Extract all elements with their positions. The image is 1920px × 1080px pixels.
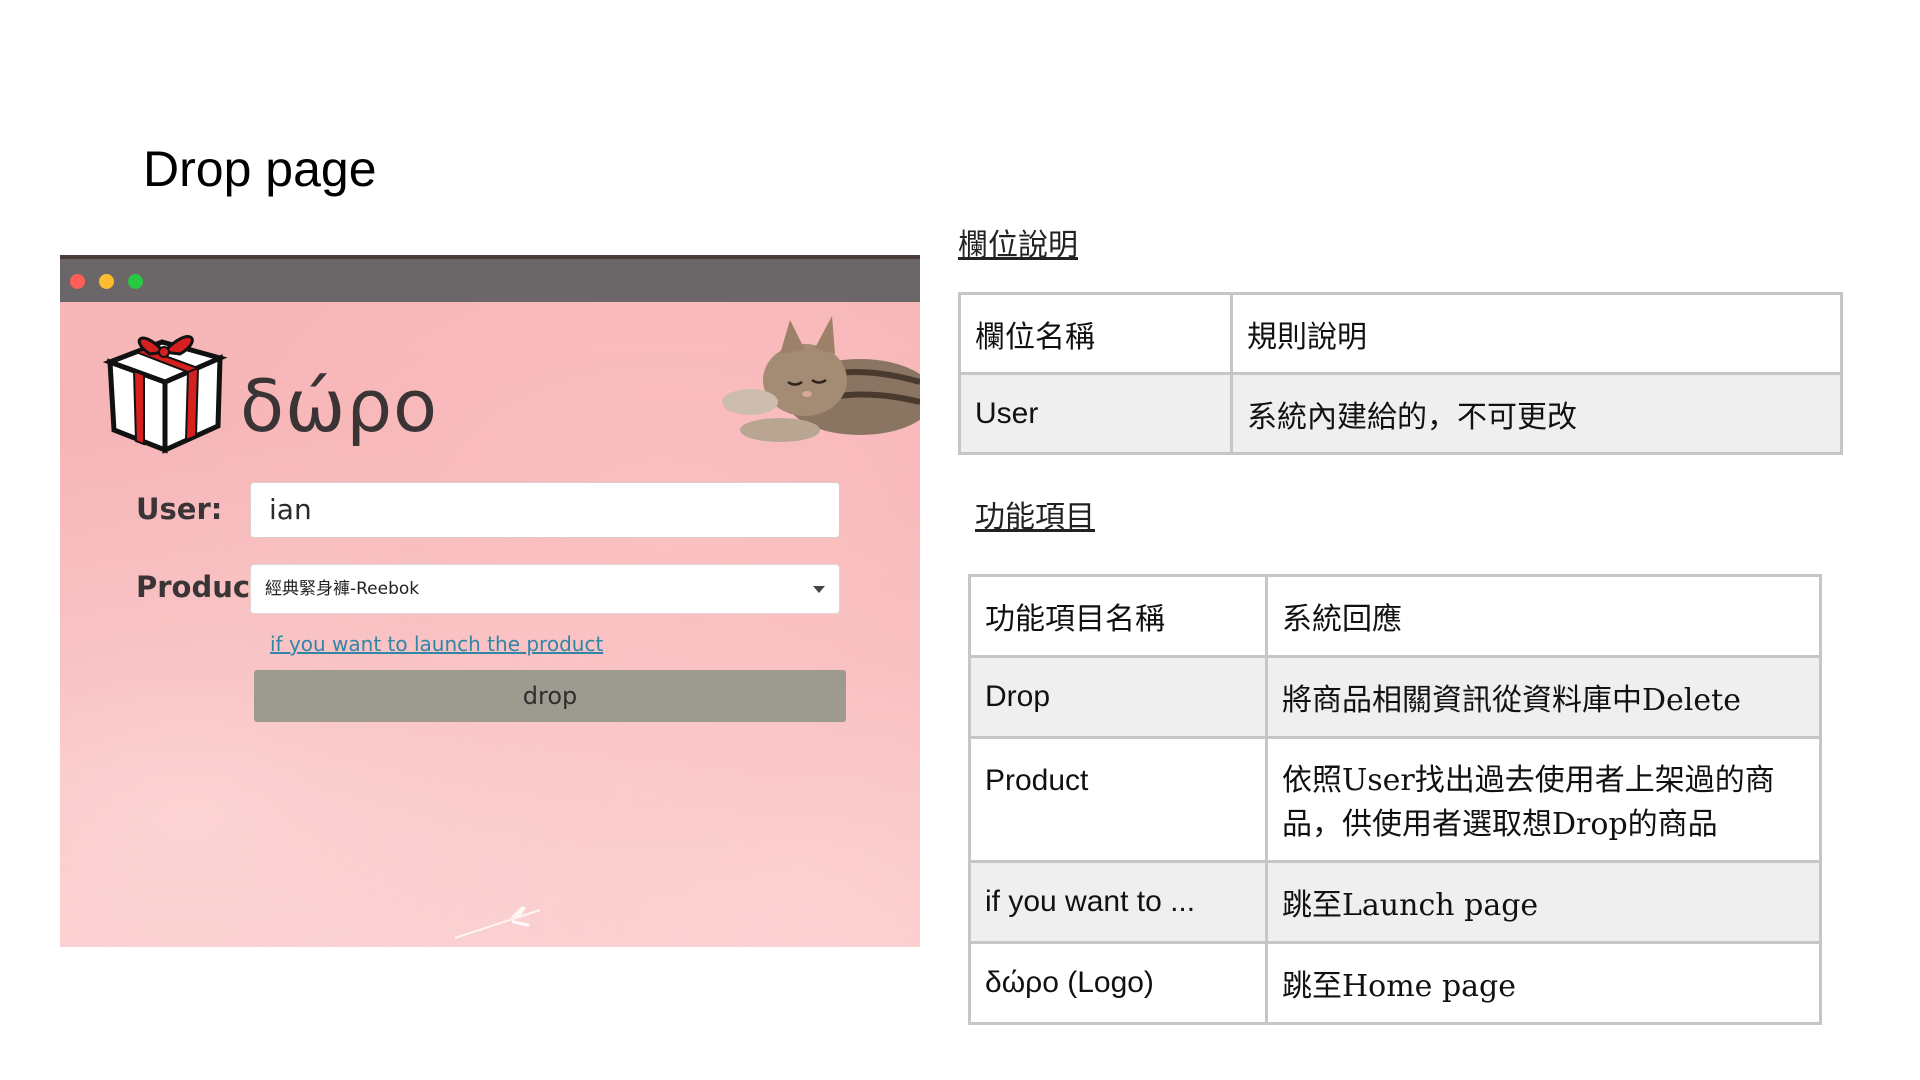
logo[interactable]: δώρο — [100, 322, 440, 457]
table-cell: Drop — [968, 655, 1268, 739]
table-cell: Product — [968, 736, 1268, 863]
table-row: if you want to ... 跳至Launch page — [968, 860, 1822, 944]
table-cell: 系統內建給的，不可更改 — [1230, 372, 1843, 455]
field-spec-table: 欄位名稱 規則說明 User 系統內建給的，不可更改 — [958, 292, 1843, 455]
user-field[interactable]: ian — [250, 482, 840, 538]
page-title: Drop page — [143, 141, 377, 197]
table-cell: δώρο (Logo) — [968, 941, 1268, 1025]
user-value: ian — [269, 493, 312, 526]
table-header-cell: 系統回應 — [1265, 574, 1822, 658]
app-window: δώρο User: ian Product: 經典緊身褲-Reebok if … — [60, 255, 920, 947]
table-cell: 依照User找出過去使用者上架過的商品，供使用者選取想Drop的商品 — [1265, 736, 1822, 863]
user-label: User: — [136, 492, 223, 526]
app-body: δώρο User: ian Product: 經典緊身褲-Reebok if … — [60, 302, 920, 947]
drop-button[interactable]: drop — [254, 670, 846, 722]
table-cell: User — [958, 372, 1233, 455]
table-row: δώρο (Logo) 跳至Home page — [968, 941, 1822, 1025]
function-spec-table: 功能項目名稱 系統回應 Drop 將商品相關資訊從資料庫中Delete Prod… — [968, 574, 1822, 1025]
maximize-window-button[interactable] — [128, 274, 143, 289]
gift-icon — [102, 335, 228, 454]
table-row: Drop 將商品相關資訊從資料庫中Delete — [968, 655, 1822, 739]
window-title-bar — [60, 255, 920, 302]
table-cell: if you want to ... — [968, 860, 1268, 944]
product-select[interactable]: 經典緊身褲-Reebok — [250, 564, 840, 614]
close-window-button[interactable] — [70, 274, 85, 289]
product-selected-value: 經典緊身褲-Reebok — [265, 579, 420, 599]
table-row: Product 依照User找出過去使用者上架過的商品，供使用者選取想Drop的… — [968, 736, 1822, 863]
table-cell: 將商品相關資訊從資料庫中Delete — [1265, 655, 1822, 739]
table-header-row: 功能項目名稱 系統回應 — [968, 574, 1822, 658]
airplane-icon — [454, 906, 541, 939]
table-header-cell: 功能項目名稱 — [968, 574, 1268, 658]
function-section-heading: 功能項目 — [975, 500, 1095, 535]
logo-text[interactable]: δώρο — [240, 364, 438, 448]
table-header-row: 欄位名稱 規則說明 — [958, 292, 1843, 375]
minimize-window-button[interactable] — [99, 274, 114, 289]
chevron-down-icon — [813, 586, 825, 593]
table-header-cell: 規則說明 — [1230, 292, 1843, 375]
table-header-cell: 欄位名稱 — [958, 292, 1233, 375]
cat-image — [722, 316, 920, 442]
field-section-heading: 欄位說明 — [958, 228, 1078, 263]
table-cell: 跳至Launch page — [1265, 860, 1822, 944]
table-row: User 系統內建給的，不可更改 — [958, 372, 1843, 455]
table-cell: 跳至Home page — [1265, 941, 1822, 1025]
launch-product-link[interactable]: if you want to launch the product — [270, 632, 603, 656]
